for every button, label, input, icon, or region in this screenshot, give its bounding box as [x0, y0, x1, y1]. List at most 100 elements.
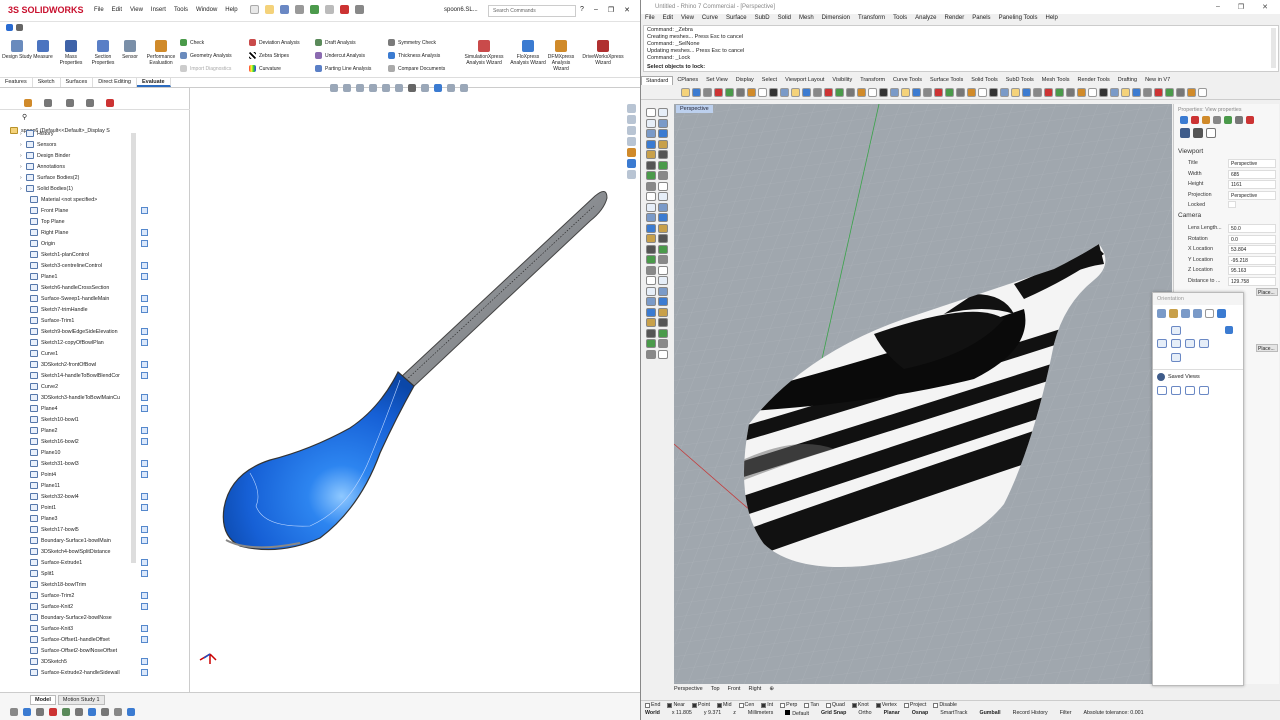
spoon-model[interactable] — [190, 88, 640, 692]
parting-line-button[interactable]: Parting Line Analysis — [315, 65, 371, 72]
iso-view-icon[interactable] — [1171, 326, 1181, 335]
toolbar-tool-icon[interactable] — [692, 88, 701, 97]
sidebar-tool-icon[interactable] — [646, 129, 656, 138]
sidebar-tool-icon[interactable] — [658, 265, 668, 275]
property-value-field[interactable]: 685 — [1228, 169, 1276, 179]
tree-item[interactable]: Plane1 — [0, 271, 58, 282]
tree-status-icon[interactable] — [141, 493, 148, 500]
toolbar-tool-icon[interactable] — [1110, 88, 1119, 97]
design-library-icon[interactable] — [627, 115, 636, 124]
toolbar-tool-icon[interactable] — [846, 88, 855, 97]
tree-item[interactable]: › Solid Bodies(1) — [0, 183, 73, 194]
toolbar-tool-icon[interactable] — [1088, 88, 1097, 97]
tree-status-icon[interactable] — [141, 438, 148, 445]
toolbar-tab[interactable]: Mesh Tools — [1038, 76, 1074, 85]
toolbar-tab[interactable]: Display — [732, 76, 758, 85]
sidebar-tool-icon[interactable] — [658, 307, 668, 317]
toolbar-tool-icon[interactable] — [956, 88, 965, 97]
sidebar-tool-icon[interactable] — [658, 234, 668, 243]
tree-item[interactable]: Boundary-Surface2-bowlNose — [0, 612, 112, 623]
rhino-menu-item[interactable]: Mesh — [799, 15, 814, 21]
right-view-icon[interactable] — [1199, 339, 1209, 348]
toolbar-tool-icon[interactable] — [857, 88, 866, 97]
toolbar-tool-icon[interactable] — [1121, 88, 1130, 97]
toolbar-tool-icon[interactable] — [1187, 88, 1196, 97]
tab-sketch[interactable]: Sketch — [33, 78, 61, 87]
bottom-view-icon[interactable] — [1171, 353, 1181, 362]
bottom-tool-icon[interactable] — [101, 708, 109, 716]
toolbar-tool-icon[interactable] — [1044, 88, 1053, 97]
tree-status-icon[interactable] — [141, 240, 148, 247]
rhino-menu-item[interactable]: Solid — [778, 15, 791, 21]
tree-status-icon[interactable] — [141, 603, 148, 610]
tree-item[interactable]: Plane4 — [0, 403, 58, 414]
toolbar-tool-icon[interactable] — [813, 88, 822, 97]
tree-item[interactable]: Sketch6-handleCrossSection — [0, 282, 109, 293]
toolbar-tool-icon[interactable] — [681, 88, 690, 97]
zebra-stripes-button[interactable]: Zebra Stripes — [249, 52, 289, 59]
tree-status-icon[interactable] — [141, 372, 148, 379]
sidebar-tool-icon[interactable] — [646, 223, 656, 233]
display-icon[interactable] — [1235, 116, 1243, 124]
minimize-icon[interactable]: – — [594, 6, 598, 14]
compare-documents-button[interactable]: Compare Documents — [388, 65, 445, 72]
deviation-analysis-button[interactable]: Deviation Analysis — [249, 39, 300, 46]
sidebar-tool-icon[interactable] — [646, 108, 656, 117]
sidebar-tool-icon[interactable] — [658, 181, 668, 191]
property-value-field[interactable]: Perspective — [1228, 190, 1276, 200]
sidebar-tool-icon[interactable] — [646, 286, 656, 296]
sidebar-tool-icon[interactable] — [658, 318, 668, 327]
command-scrollbar[interactable] — [1271, 28, 1276, 68]
performance-evaluation-button[interactable]: Performance Evaluation — [144, 40, 178, 66]
curvature-button[interactable]: Curvature — [249, 65, 281, 72]
tree-item[interactable]: Right Plane — [0, 227, 68, 238]
driveworksxpress-button[interactable]: DriveWorksXpress Wizard — [580, 40, 626, 66]
sidebar-tool-icon[interactable] — [646, 276, 656, 285]
command-prompt[interactable]: Select objects to lock: — [647, 64, 705, 70]
toolbar-tool-icon[interactable] — [802, 88, 811, 97]
property-value-field[interactable]: 129.758 — [1228, 276, 1276, 286]
tree-status-icon[interactable] — [141, 592, 148, 599]
toolbar-tab[interactable]: Standard — [641, 76, 674, 85]
toolbar-tool-icon[interactable] — [912, 88, 921, 97]
sidebar-tool-icon[interactable] — [646, 202, 656, 212]
layer-icon[interactable] — [1213, 116, 1221, 124]
tree-item[interactable]: Sketch7-trimHandle — [0, 304, 88, 315]
tree-status-icon[interactable] — [141, 526, 148, 533]
tree-status-icon[interactable] — [141, 394, 148, 401]
toolbar-tool-icon[interactable] — [791, 88, 800, 97]
sw-menu-window[interactable]: Window — [196, 7, 217, 13]
osnap-checkbox[interactable]: Int — [761, 701, 773, 709]
rhino-menu-item[interactable]: File — [645, 15, 655, 21]
named-view-icon[interactable] — [1157, 309, 1166, 318]
tree-item[interactable]: Surface-Sweep1-handleMain — [0, 293, 109, 304]
tree-item[interactable]: Origin — [0, 238, 55, 249]
tree-item[interactable]: Front Plane — [0, 205, 68, 216]
sidebar-tool-icon[interactable] — [658, 108, 668, 117]
sw-menu-insert[interactable]: Insert — [151, 7, 166, 13]
viewport-title[interactable]: Perspective — [676, 105, 713, 113]
tree-status-icon[interactable] — [141, 636, 148, 643]
tree-status-icon[interactable] — [141, 669, 148, 676]
close-icon[interactable]: ✕ — [624, 6, 630, 14]
sidebar-tool-icon[interactable] — [658, 129, 668, 138]
tab-direct-editing[interactable]: Direct Editing — [93, 78, 137, 87]
tree-item[interactable]: Split1 — [0, 568, 54, 579]
toolbar-tool-icon[interactable] — [1099, 88, 1108, 97]
osnap-checkbox[interactable]: Vertex — [875, 701, 897, 709]
place-button[interactable]: Place... — [1256, 344, 1278, 352]
tree-item[interactable]: Sketch17-bowl5 — [0, 524, 79, 535]
tree-status-icon[interactable] — [141, 405, 148, 412]
osnap-checkbox[interactable]: Cen — [738, 701, 754, 709]
check-button[interactable]: Check — [180, 39, 204, 46]
sidebar-tool-icon[interactable] — [646, 265, 656, 275]
toolbar-tool-icon[interactable] — [879, 88, 888, 97]
osnap-checkbox[interactable]: Tan — [804, 701, 819, 709]
bottom-tool-icon[interactable] — [62, 708, 70, 716]
tree-item[interactable]: › Sensors — [0, 139, 56, 150]
select-icon[interactable] — [325, 5, 334, 14]
tree-item[interactable]: Point1 — [0, 502, 56, 513]
sidebar-tool-icon[interactable] — [646, 160, 656, 170]
toolbar-tool-icon[interactable] — [923, 88, 932, 97]
sidebar-tool-icon[interactable] — [658, 339, 668, 348]
